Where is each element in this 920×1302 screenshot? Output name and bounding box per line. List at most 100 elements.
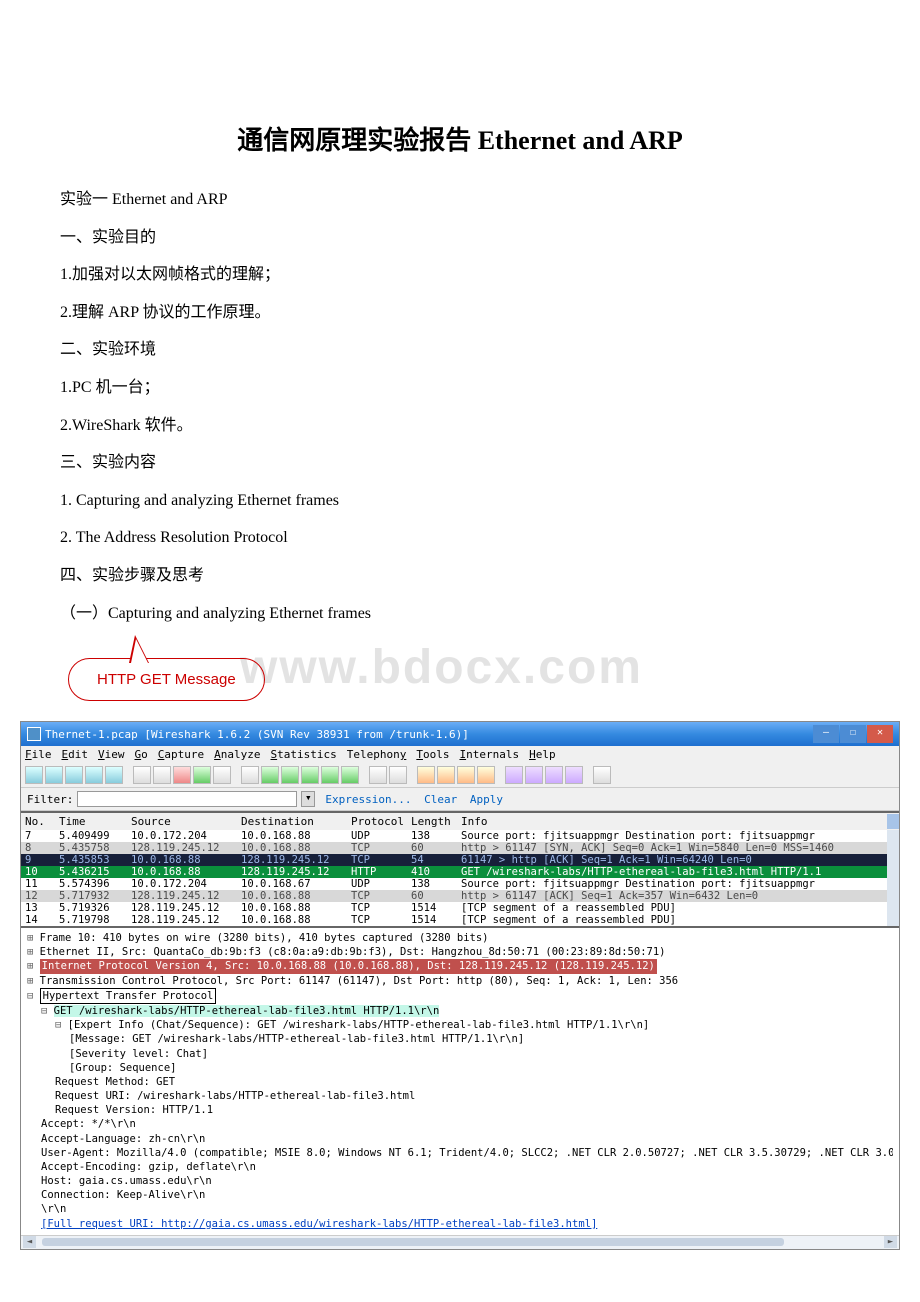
reload-icon[interactable] [193, 766, 211, 784]
filter-apply-link[interactable]: Apply [470, 793, 503, 806]
packet-cell: 14 [21, 914, 55, 926]
close-button[interactable]: ✕ [867, 725, 893, 743]
menu-file[interactable]: File [25, 748, 52, 761]
scroll-right-icon[interactable]: ► [884, 1236, 897, 1248]
menu-edit[interactable]: Edit [62, 748, 89, 761]
col-length[interactable]: Length [407, 814, 457, 829]
detail-http[interactable]: Hypertext Transfer Protocol [40, 988, 217, 1004]
filter-expression-link[interactable]: Expression... [325, 793, 411, 806]
packet-row[interactable]: 85.435758128.119.245.1210.0.168.88TCP60h… [21, 842, 899, 854]
detail-ip[interactable]: Internet Protocol Version 4, Src: 10.0.1… [40, 959, 657, 973]
detail-ethernet[interactable]: Ethernet II, Src: QuantaCo_db:9b:f3 (c8:… [40, 946, 666, 958]
packet-cell: 10.0.168.88 [237, 890, 347, 902]
toolbar-icon[interactable] [105, 766, 123, 784]
capture-filters-icon[interactable] [505, 766, 523, 784]
packet-row[interactable]: 105.43621510.0.168.88128.119.245.12HTTP4… [21, 866, 899, 878]
col-destination[interactable]: Destination [237, 814, 347, 829]
scrollbar-track[interactable] [887, 866, 899, 878]
coloring-rules-icon[interactable] [545, 766, 563, 784]
filter-clear-link[interactable]: Clear [424, 793, 457, 806]
menu-go[interactable]: Go [135, 748, 148, 761]
col-info[interactable]: Info [457, 814, 887, 829]
help-icon[interactable] [593, 766, 611, 784]
prefs-icon[interactable] [565, 766, 583, 784]
zoom-reset-icon[interactable] [457, 766, 475, 784]
packet-row[interactable]: 95.43585310.0.168.88128.119.245.12TCP546… [21, 854, 899, 866]
horizontal-scrollbar[interactable]: ◄ ► [21, 1235, 899, 1249]
zoom-out-icon[interactable] [437, 766, 455, 784]
packet-cell: 10.0.168.88 [237, 902, 347, 914]
packet-details: ⊞ Frame 10: 410 bytes on wire (3280 bits… [21, 928, 899, 1235]
scrollbar-track[interactable] [887, 878, 899, 890]
scrollbar-track[interactable] [887, 914, 899, 926]
detail-tcp[interactable]: Transmission Control Protocol, Src Port:… [40, 975, 678, 987]
zoom-in-icon[interactable] [417, 766, 435, 784]
detail-expert[interactable]: [Expert Info (Chat/Sequence): GET /wires… [68, 1019, 650, 1031]
col-no[interactable]: No. [21, 814, 55, 829]
packet-cell: TCP [347, 890, 407, 902]
scrollbar-up-icon[interactable] [887, 814, 899, 829]
packet-cell: http > 61147 [ACK] Seq=1 Ack=357 Win=643… [457, 890, 887, 902]
menu-internals[interactable]: Internals [459, 748, 519, 761]
last-icon[interactable] [341, 766, 359, 784]
col-protocol[interactable]: Protocol [347, 814, 407, 829]
menu-capture[interactable]: Capture [158, 748, 204, 761]
filter-dropdown-icon[interactable]: ▾ [301, 791, 315, 807]
toolbar-icon[interactable] [85, 766, 103, 784]
print-icon[interactable] [213, 766, 231, 784]
packet-cell: TCP [347, 854, 407, 866]
display-filters-icon[interactable] [525, 766, 543, 784]
scroll-left-icon[interactable]: ◄ [23, 1236, 36, 1248]
scrollbar-track[interactable] [887, 830, 899, 842]
menu-tools[interactable]: Tools [416, 748, 449, 761]
detail-get[interactable]: GET /wireshark-labs/HTTP-ethereal-lab-fi… [54, 1005, 440, 1017]
packet-cell: 5.435853 [55, 854, 127, 866]
goto-icon[interactable] [301, 766, 319, 784]
scrollbar-track[interactable] [887, 854, 899, 866]
scroll-thumb[interactable] [42, 1238, 784, 1246]
menu-help[interactable]: Help [529, 748, 556, 761]
filter-input[interactable] [77, 791, 297, 807]
forward-icon[interactable] [281, 766, 299, 784]
maximize-button[interactable]: ☐ [840, 725, 866, 743]
toolbar-icon[interactable] [45, 766, 63, 784]
auto-scroll-icon[interactable] [389, 766, 407, 784]
packet-row[interactable]: 145.719798128.119.245.1210.0.168.88TCP15… [21, 914, 899, 926]
toolbar-icon[interactable] [25, 766, 43, 784]
scrollbar-track[interactable] [887, 902, 899, 914]
packet-cell: 410 [407, 866, 457, 878]
col-source[interactable]: Source [127, 814, 237, 829]
first-icon[interactable] [321, 766, 339, 784]
detail-frame[interactable]: Frame 10: 410 bytes on wire (3280 bits),… [40, 932, 489, 944]
purpose-item-1: 1.加强对以太网帧格式的理解； [60, 262, 860, 288]
save-icon[interactable] [153, 766, 171, 784]
detail-full-uri[interactable]: [Full request URI: http://gaia.cs.umass.… [41, 1218, 597, 1230]
find-icon[interactable] [241, 766, 259, 784]
packet-row[interactable]: 135.719326128.119.245.1210.0.168.88TCP15… [21, 902, 899, 914]
menu-telephony[interactable]: Telephony [347, 748, 407, 761]
packet-cell: 5.717932 [55, 890, 127, 902]
menu-analyze[interactable]: Analyze [214, 748, 260, 761]
colorize-icon[interactable] [369, 766, 387, 784]
window-titlebar[interactable]: Thernet-1.pcap [Wireshark 1.6.2 (SVN Rev… [21, 722, 899, 746]
packet-cell: 128.119.245.12 [127, 914, 237, 926]
packet-row[interactable]: 115.57439610.0.172.20410.0.168.67UDP138S… [21, 878, 899, 890]
close-file-icon[interactable] [173, 766, 191, 784]
packet-cell: 128.119.245.12 [127, 842, 237, 854]
packet-cell: Source port: fjitsuappmgr Destination po… [457, 878, 887, 890]
scrollbar-track[interactable] [887, 890, 899, 902]
detail-ua: User-Agent: Mozilla/4.0 (compatible; MSI… [41, 1147, 893, 1159]
menu-statistics[interactable]: Statistics [271, 748, 337, 761]
open-icon[interactable] [133, 766, 151, 784]
menu-view[interactable]: View [98, 748, 125, 761]
col-time[interactable]: Time [55, 814, 127, 829]
scrollbar-track[interactable] [887, 842, 899, 854]
packet-row[interactable]: 75.40949910.0.172.20410.0.168.88UDP138So… [21, 830, 899, 842]
wireshark-window: Thernet-1.pcap [Wireshark 1.6.2 (SVN Rev… [20, 721, 900, 1250]
toolbar-icon[interactable] [65, 766, 83, 784]
content-item-2: 2. The Address Resolution Protocol [60, 525, 860, 551]
packet-row[interactable]: 125.717932128.119.245.1210.0.168.88TCP60… [21, 890, 899, 902]
resize-columns-icon[interactable] [477, 766, 495, 784]
back-icon[interactable] [261, 766, 279, 784]
minimize-button[interactable]: — [813, 725, 839, 743]
